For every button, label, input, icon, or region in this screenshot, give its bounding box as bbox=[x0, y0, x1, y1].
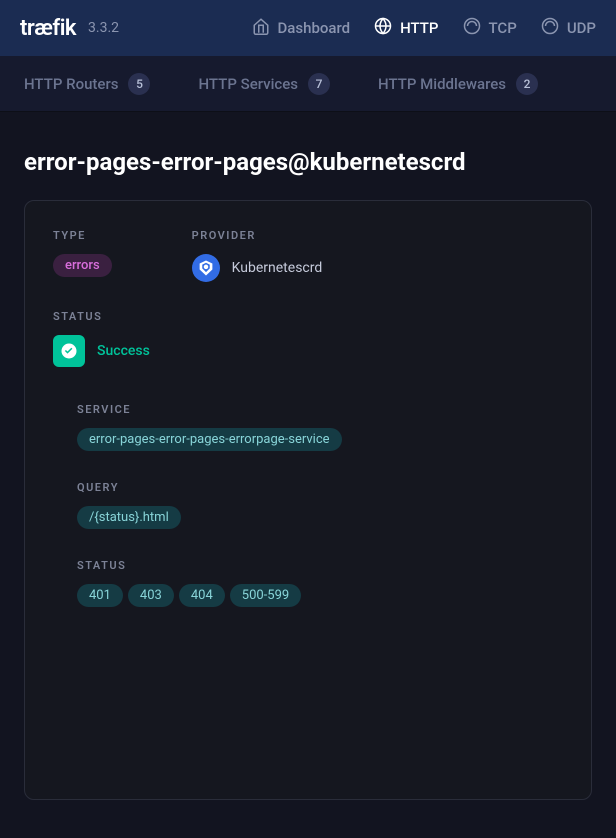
subnav-label: HTTP Services bbox=[198, 75, 298, 93]
network-icon bbox=[463, 17, 481, 39]
page-content: error-pages-error-pages@kubernetescrd TY… bbox=[0, 112, 616, 824]
field-label: QUERY bbox=[77, 481, 563, 494]
subnav-services[interactable]: HTTP Services 7 bbox=[198, 73, 330, 95]
kubernetes-icon bbox=[192, 254, 220, 282]
status-code-chip: 403 bbox=[128, 584, 174, 607]
field-label: STATUS bbox=[53, 310, 563, 323]
nav-label: UDP bbox=[567, 19, 596, 37]
status-field: STATUS Success bbox=[53, 310, 563, 367]
check-circle-icon bbox=[53, 335, 85, 367]
provider-field: PROVIDER Kubernetescrd bbox=[192, 229, 323, 282]
subnav-middlewares[interactable]: HTTP Middlewares 2 bbox=[378, 73, 538, 95]
nav-dashboard[interactable]: Dashboard bbox=[252, 17, 351, 39]
middleware-card: TYPE errors PROVIDER Kubernetescrd STATU… bbox=[24, 200, 592, 800]
top-nav: træfik 3.3.2 Dashboard HTTP TCP UDP bbox=[0, 0, 616, 56]
nav-label: Dashboard bbox=[278, 19, 351, 37]
logo[interactable]: træfik bbox=[20, 16, 76, 41]
status-code-chip: 401 bbox=[77, 584, 123, 607]
service-chip[interactable]: error-pages-error-pages-errorpage-servic… bbox=[77, 428, 342, 451]
service-field: SERVICE error-pages-error-pages-errorpag… bbox=[77, 403, 563, 455]
subnav-routers[interactable]: HTTP Routers 5 bbox=[24, 73, 150, 95]
count-badge: 2 bbox=[516, 73, 538, 95]
type-chip: errors bbox=[53, 254, 112, 277]
nav-udp[interactable]: UDP bbox=[541, 17, 596, 39]
nav-label: TCP bbox=[489, 19, 517, 37]
page-title: error-pages-error-pages@kubernetescrd bbox=[24, 148, 592, 176]
field-label: SERVICE bbox=[77, 403, 563, 416]
home-icon bbox=[252, 17, 270, 39]
subnav-label: HTTP Middlewares bbox=[378, 75, 506, 93]
subnav-label: HTTP Routers bbox=[24, 75, 118, 93]
field-label: TYPE bbox=[53, 229, 112, 242]
nav-label: HTTP bbox=[400, 19, 438, 37]
query-chip: /{status}.html bbox=[77, 506, 181, 529]
status-code-chip: 500-599 bbox=[230, 584, 301, 607]
query-field: QUERY /{status}.html bbox=[77, 481, 563, 533]
status-codes-list: 401403404500-599 bbox=[77, 584, 563, 611]
count-badge: 5 bbox=[128, 73, 150, 95]
provider-name: Kubernetescrd bbox=[232, 260, 323, 276]
nav-http[interactable]: HTTP bbox=[374, 17, 438, 39]
version: 3.3.2 bbox=[88, 20, 119, 36]
field-label: STATUS bbox=[77, 559, 563, 572]
globe-icon bbox=[374, 17, 392, 39]
sub-nav: HTTP Routers 5 HTTP Services 7 HTTP Midd… bbox=[0, 56, 616, 112]
status-codes-field: STATUS 401403404500-599 bbox=[77, 559, 563, 611]
count-badge: 7 bbox=[308, 73, 330, 95]
status-text: Success bbox=[97, 343, 150, 359]
type-field: TYPE errors bbox=[53, 229, 112, 282]
network-icon bbox=[541, 17, 559, 39]
status-code-chip: 404 bbox=[179, 584, 225, 607]
nav-tcp[interactable]: TCP bbox=[463, 17, 517, 39]
field-label: PROVIDER bbox=[192, 229, 323, 242]
